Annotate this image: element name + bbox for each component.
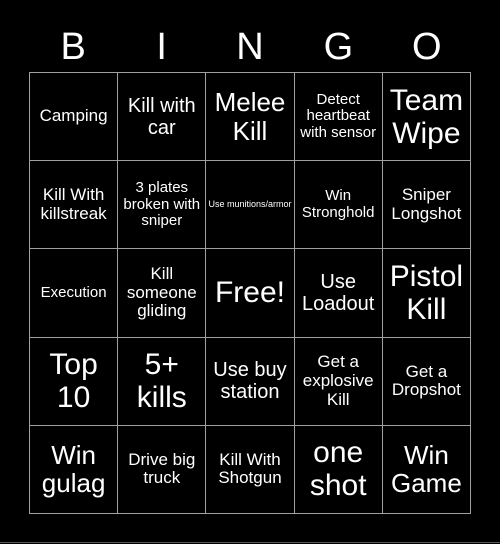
bingo-cell[interactable]: Win Stronghold [294, 161, 383, 250]
bingo-cell[interactable]: Kill someone gliding [118, 249, 207, 338]
bingo-board: Camping Kill with car Melee Kill Detect … [29, 72, 471, 514]
bingo-cell[interactable]: Win gulag [30, 425, 119, 514]
bingo-cell[interactable]: Execution [30, 249, 119, 338]
bingo-cell[interactable]: Get a Dropshot [382, 337, 471, 426]
bingo-cell[interactable]: Kill With Shotgun [206, 425, 295, 514]
bingo-cell[interactable]: Pistol Kill [382, 249, 471, 338]
bingo-cell[interactable]: Use munitions/armor [206, 161, 295, 250]
bingo-cell[interactable]: Sniper Longshot [382, 161, 471, 250]
bingo-cell[interactable]: 5+ kills [118, 337, 207, 426]
header-letter-o: O [412, 26, 442, 68]
bottom-divider [0, 542, 500, 543]
header-letter-b: B [60, 26, 86, 68]
bingo-cell[interactable]: one shot [294, 425, 383, 514]
bingo-cell[interactable]: Team Wipe [382, 73, 471, 162]
bingo-cell[interactable]: Use Loadout [294, 249, 383, 338]
bingo-cell[interactable]: Kill With killstreak [30, 161, 119, 250]
bingo-cell[interactable]: Get a explosive Kill [294, 337, 383, 426]
bingo-cell[interactable]: Drive big truck [118, 425, 207, 514]
header-letter-g: G [323, 26, 354, 68]
bingo-cell[interactable]: Kill with car [118, 73, 207, 162]
header-letter-i: I [156, 26, 167, 68]
bingo-cell[interactable]: 3 plates broken with sniper [118, 161, 207, 250]
bingo-cell[interactable]: Melee Kill [206, 73, 295, 162]
bingo-header: B I N G O [29, 22, 471, 72]
bingo-cell[interactable]: Win Game [382, 425, 471, 514]
bingo-cell[interactable]: Camping [30, 73, 119, 162]
bingo-cell[interactable]: Detect heartbeat with sensor [294, 73, 383, 162]
bingo-cell[interactable]: Top 10 [30, 337, 119, 426]
bingo-cell[interactable]: Use buy station [206, 337, 295, 426]
free-space-cell[interactable]: Free! [206, 249, 295, 338]
header-letter-n: N [236, 26, 264, 68]
